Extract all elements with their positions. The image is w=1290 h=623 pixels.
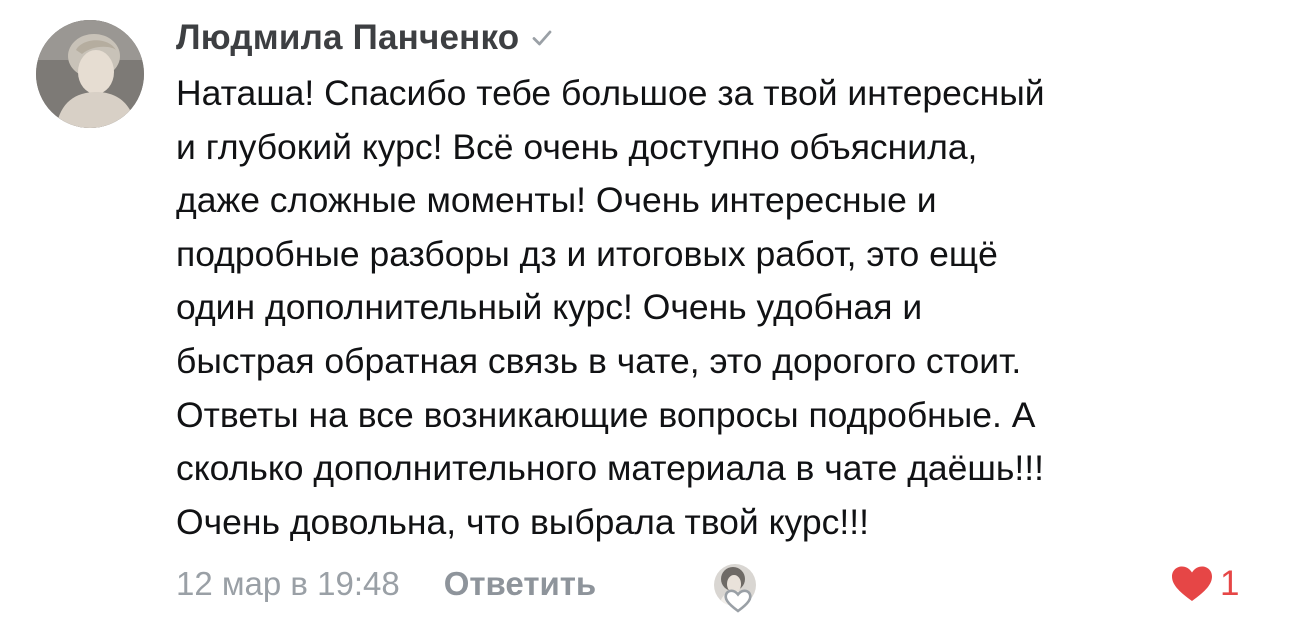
timestamp[interactable]: 12 мар в 19:48 [176,565,400,603]
author-row: Людмила Панченко [176,14,553,62]
comment-footer: 12 мар в 19:48 Ответить [176,558,596,610]
comment-text-line: подробные разборы дз и итоговых работ, э… [176,233,998,274]
like-button[interactable]: 1 [1170,558,1239,610]
author-avatar[interactable] [36,20,144,128]
comment-text-line: Наташа! Спасибо тебе большое за твой инт… [176,73,1045,113]
comment: Людмила Панченко Наташа! Спасибо тебе бо… [0,0,1290,623]
like-count: 1 [1220,564,1240,603]
author-name[interactable]: Людмила Панченко [176,18,519,58]
checkmark-icon [531,27,553,49]
user-photo-icon [36,20,144,128]
reply-button[interactable]: Ответить [444,565,597,603]
comment-text-line: Ответы на все возникающие вопросы подроб… [176,394,1036,435]
comment-text-line: быстрая обратная связь в чате, это дорог… [176,340,1022,381]
comment-text-line: и глубокий курс! Всё очень доступно объя… [176,126,978,167]
liker-heart-icon [721,586,755,614]
comment-text-line: Очень довольна, что выбрала твой курс!!! [176,501,869,542]
comment-text-line: даже сложные моменты! Очень интересные и [176,180,937,221]
comment-text-line: сколько дополнительного материала в чате… [176,448,1044,489]
heart-icon [1170,565,1214,603]
comment-text-line: один дополнительный курс! Очень удобная … [176,287,923,328]
comment-text: Наташа! Спасибо тебе большое за твой инт… [176,67,1266,549]
